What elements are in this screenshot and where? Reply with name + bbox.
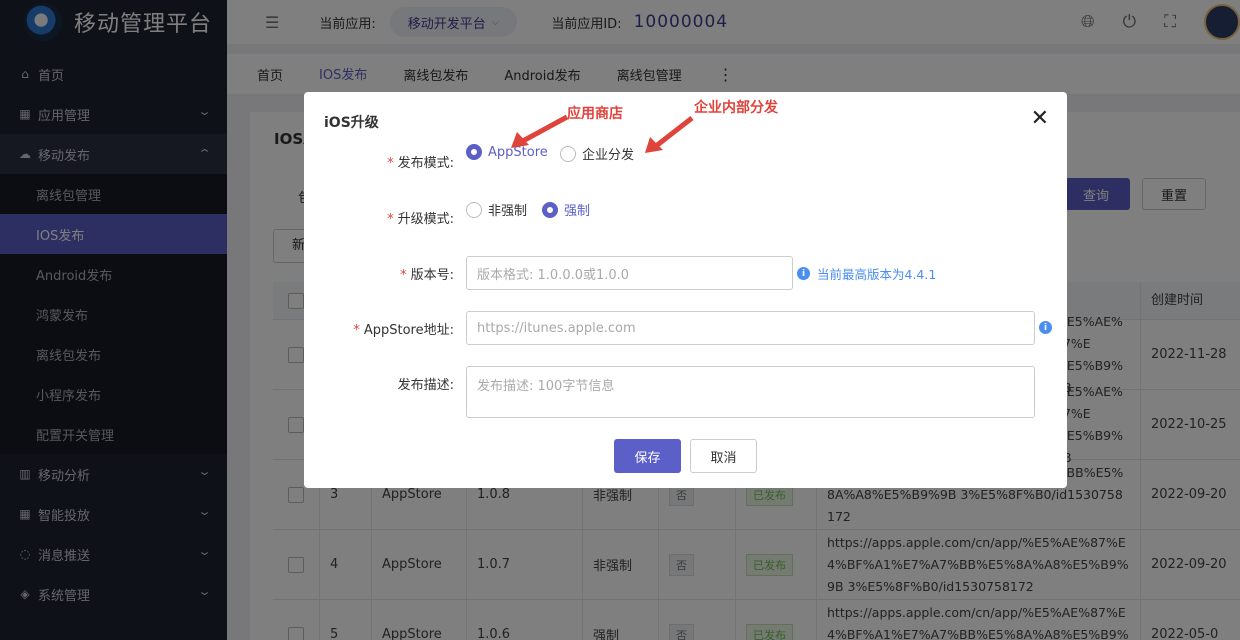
upgrade-mode-row: * 升级模式: 非强制 强制 (304, 200, 1067, 234)
annotation-enterprise: 企业内部分发 (694, 100, 778, 116)
appstore-url-row: * AppStore地址: https://itunes.apple.com i (304, 311, 1067, 345)
appstore-url-label: AppStore地址: (363, 323, 454, 338)
required-mark: * (387, 212, 394, 227)
version-tip: i 当前最高版本为4.4.1 (797, 264, 936, 283)
radio-non-forced-label: 非强制 (488, 204, 528, 219)
description-textarea[interactable]: 发布描述: 100字节信息 (466, 366, 1035, 418)
publish-mode-label: 发布模式: (397, 156, 454, 171)
radio-dot (542, 201, 558, 218)
dialog-title: iOS升级 (324, 115, 379, 131)
info-icon[interactable]: i (1039, 321, 1052, 334)
description-row: 发布描述: 发布描述: 100字节信息 (304, 366, 1067, 418)
required-mark: * (353, 323, 360, 338)
required-mark: * (387, 156, 394, 171)
radio-non-forced[interactable]: 非强制 (466, 200, 527, 219)
arrow-icon (511, 114, 569, 148)
upgrade-mode-label: 升级模式: (397, 212, 454, 227)
appstore-url-input[interactable]: https://itunes.apple.com (466, 311, 1035, 345)
description-label: 发布描述: (397, 378, 454, 393)
info-icon: i (797, 267, 810, 280)
save-button[interactable]: 保存 (614, 439, 681, 473)
version-label: 版本号: (410, 268, 454, 283)
arrow-icon (645, 116, 694, 153)
version-input[interactable]: 版本格式: 1.0.0.0或1.0.0 (466, 256, 793, 290)
radio-enterprise-label: 企业分发 (582, 148, 635, 163)
radio-dot (466, 144, 482, 160)
version-row: * 版本号: 版本格式: 1.0.0.0或1.0.0 i 当前最高版本为4.4.1 (304, 256, 1067, 290)
radio-dot (466, 201, 482, 218)
close-icon[interactable]: ✕ (1031, 106, 1049, 131)
radio-forced-label: 强制 (564, 204, 591, 219)
version-tip-text: 当前最高版本为4.4.1 (817, 267, 937, 282)
required-mark: * (400, 268, 407, 283)
radio-forced[interactable]: 强制 (542, 200, 590, 219)
annotation-app-store: 应用商店 (567, 106, 623, 122)
cancel-button[interactable]: 取消 (690, 439, 757, 473)
